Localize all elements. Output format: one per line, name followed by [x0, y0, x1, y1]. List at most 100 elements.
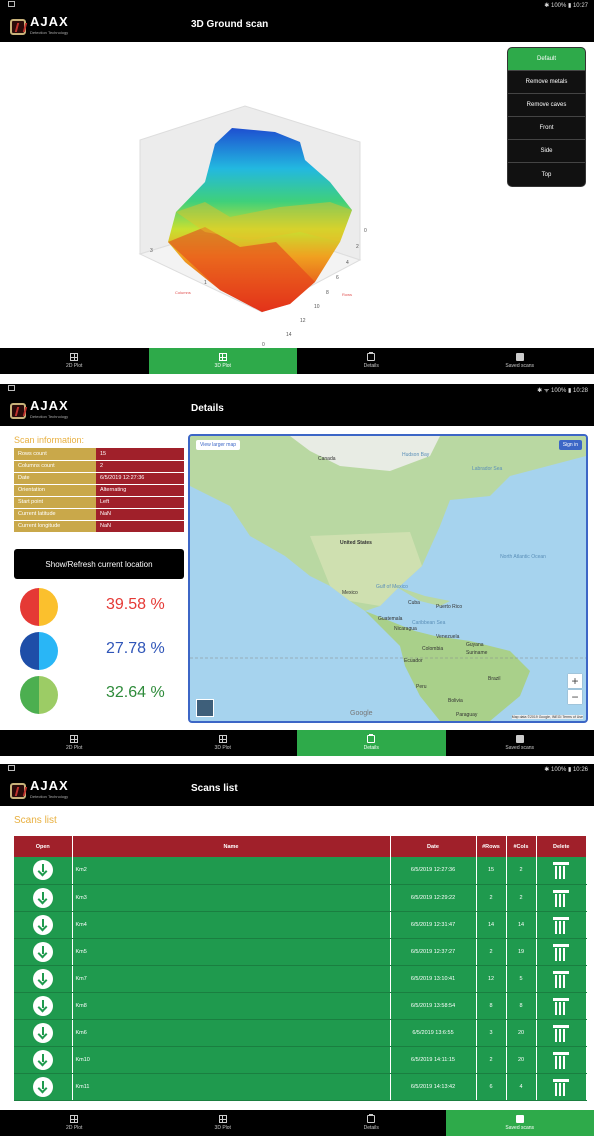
trash-icon[interactable]: [553, 889, 570, 907]
nav-2d-plot[interactable]: 2D Plot: [0, 730, 149, 756]
bottom-nav: 2D Plot 3D Plot Details Saved scans: [0, 1110, 594, 1136]
trash-icon[interactable]: [553, 970, 570, 988]
trash-icon[interactable]: [553, 1024, 570, 1042]
scan-date: 6/5/2019 14:13:42: [390, 1073, 477, 1101]
trash-icon[interactable]: [553, 943, 570, 961]
map-label: Caribbean Sea: [412, 620, 446, 626]
show-location-button[interactable]: Show/Refresh current location: [14, 549, 184, 579]
nav-details[interactable]: Details: [297, 1110, 446, 1136]
brand-tagline: Detection Technology: [30, 30, 69, 35]
view-menu: Default Remove metals Remove caves Front…: [507, 47, 586, 187]
scan-date: 6/5/2019 14:11:15: [390, 1046, 477, 1074]
axis-tick: 0: [364, 228, 367, 234]
axis-tick: 8: [326, 290, 329, 296]
view-larger-map-link[interactable]: View larger map: [196, 440, 241, 450]
trash-icon[interactable]: [553, 861, 570, 880]
trash-icon[interactable]: [553, 997, 570, 1015]
table-row: Km5 6/5/2019 12:37:27 2 19: [14, 938, 587, 966]
screen-3d-ground-scan: ✱ 100% ▮ 10:27 AJAX Detection Technology …: [0, 0, 594, 376]
download-icon[interactable]: [32, 1022, 53, 1043]
google-map[interactable]: View larger map Sign in Canada Hudson Ba…: [188, 434, 588, 723]
logo-icon: [10, 783, 26, 799]
nav-3d-plot[interactable]: 3D Plot: [149, 730, 298, 756]
satellite-toggle-icon[interactable]: [196, 699, 214, 717]
scan-cols: 4: [506, 1073, 537, 1101]
bottom-nav: 2D Plot 3D Plot Details Saved scans: [0, 348, 594, 374]
sign-in-button[interactable]: Sign in: [558, 440, 582, 450]
map-label: Venezuela: [436, 634, 460, 640]
map-landmass: [190, 436, 586, 721]
nav-details[interactable]: Details: [297, 730, 446, 756]
view-top-button[interactable]: Top: [508, 163, 585, 186]
scan-name: Km7: [72, 965, 391, 993]
nav-saved-scans[interactable]: Saved scans: [445, 1110, 594, 1136]
info-row: Rows count 15: [14, 448, 184, 461]
table-row: Km11 6/5/2019 14:13:42 6 4: [14, 1073, 587, 1101]
view-remove-caves-button[interactable]: Remove caves: [508, 94, 585, 117]
table-row: Km8 6/5/2019 13:58:54 8 8: [14, 992, 587, 1020]
map-label: Guyana: [466, 642, 484, 648]
nav-details[interactable]: Details: [297, 348, 446, 374]
zoom-in-button[interactable]: +: [568, 674, 582, 688]
axis-label-rows: Rows: [342, 292, 353, 297]
trash-icon[interactable]: [553, 1078, 570, 1096]
map-label: Peru: [416, 684, 427, 690]
scan-name: Km5: [72, 938, 391, 966]
axis-tick: 3: [150, 248, 153, 254]
bottom-nav: 2D Plot 3D Plot Details Saved scans: [0, 730, 594, 756]
google-logo: Google: [350, 710, 373, 717]
download-icon[interactable]: [32, 914, 53, 935]
download-icon[interactable]: [32, 887, 53, 908]
axis-tick: 14: [286, 332, 292, 338]
download-icon[interactable]: [32, 1076, 53, 1097]
trash-icon[interactable]: [553, 1051, 570, 1069]
status-info: ✱ 100% ▮ 10:27: [544, 3, 588, 9]
scan-date: 6/5/2019 12:27:36: [390, 857, 477, 885]
scan-rows: 15: [476, 857, 507, 885]
axis-tick: 6: [336, 275, 339, 281]
info-row: Start point Left: [14, 496, 184, 509]
map-label: Cuba: [408, 600, 420, 606]
axis-label-columns: Columns: [175, 290, 191, 295]
view-default-button[interactable]: Default: [508, 48, 585, 71]
axis-tick: 2: [356, 244, 359, 250]
download-icon[interactable]: [32, 995, 53, 1016]
scan-cols: 19: [506, 938, 537, 966]
3d-plot-area[interactable]: 3 1 Columns Rows 0 2 4 6 8 10 12 14 0: [0, 42, 594, 348]
nav-saved-scans[interactable]: Saved scans: [446, 730, 594, 756]
nav-3d-plot[interactable]: 3D Plot: [148, 348, 297, 374]
view-remove-metals-button[interactable]: Remove metals: [508, 71, 585, 94]
map-label: Colombia: [422, 646, 444, 652]
zoom-out-button[interactable]: −: [568, 690, 582, 704]
scan-rows: 2: [476, 1046, 507, 1074]
scan-cols: 8: [506, 992, 537, 1020]
clipboard-icon: [367, 734, 376, 743]
ajax-logo: AJAX Detection Technology: [10, 15, 69, 38]
scan-rows: 2: [476, 884, 507, 912]
page-title: Scans list: [191, 783, 238, 794]
trash-icon[interactable]: [553, 916, 570, 934]
map-label: Canada: [318, 456, 336, 462]
map-label: Suriname: [466, 650, 488, 656]
nav-2d-plot[interactable]: 2D Plot: [0, 1110, 149, 1136]
3d-surface-plot[interactable]: [0, 42, 594, 348]
col-header-rows: #Rows: [476, 836, 507, 857]
download-icon[interactable]: [32, 968, 53, 989]
download-icon[interactable]: [32, 860, 53, 881]
map-label: Hudson Bay: [402, 452, 430, 458]
brand-tagline: Detection Technology: [30, 414, 69, 419]
nav-saved-scans[interactable]: Saved scans: [446, 348, 594, 374]
col-header-name: Name: [72, 836, 391, 857]
view-front-button[interactable]: Front: [508, 117, 585, 140]
map-label: Guatemala: [378, 616, 403, 622]
view-side-button[interactable]: Side: [508, 140, 585, 163]
nav-2d-plot[interactable]: 2D Plot: [0, 348, 149, 374]
logo-icon: [10, 403, 26, 419]
download-icon[interactable]: [32, 941, 53, 962]
scan-name: Km6: [72, 1019, 391, 1047]
screen-details: ✱ ᯤ 100% ▮ 10:28 AJAX Detection Technolog…: [0, 384, 594, 756]
info-row: Orientation Alternating: [14, 484, 184, 497]
scan-rows: 2: [476, 938, 507, 966]
nav-3d-plot[interactable]: 3D Plot: [149, 1110, 298, 1136]
download-icon[interactable]: [32, 1049, 53, 1070]
